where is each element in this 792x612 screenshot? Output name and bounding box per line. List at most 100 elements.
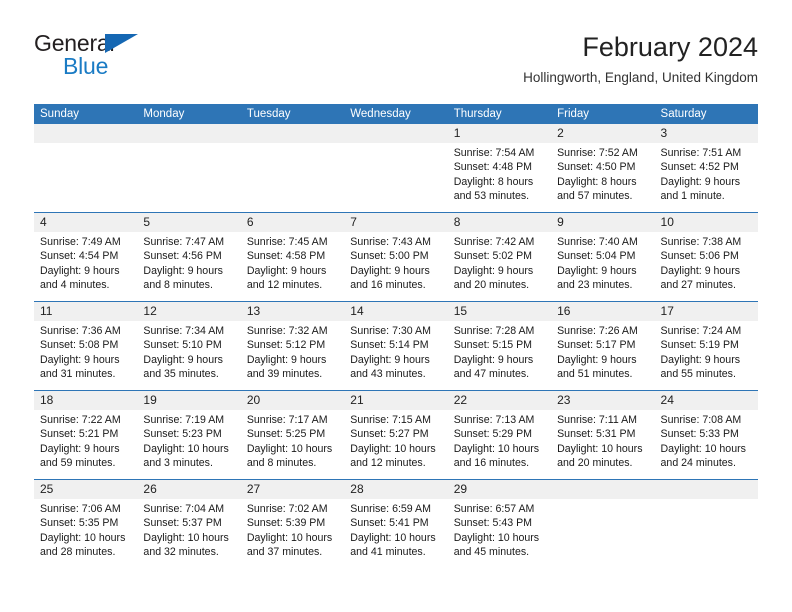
day-details: Sunrise: 7:08 AM Sunset: 5:33 PM Daylight:…: [655, 410, 758, 471]
sunrise-text: Sunrise: 7:11 AM: [557, 414, 637, 426]
daylight-text-line2: and 16 minutes.: [350, 279, 426, 292]
day-cell[interactable]: 24 Sunrise: 7:08 AM Sunset: 5:33 PM Dayligh…: [654, 391, 758, 479]
sunset-text: Sunset: 4:58 PM: [246, 250, 326, 263]
daylight-text-line2: and 20 minutes.: [453, 279, 530, 292]
sunset-text: Sunset: 5:41 PM: [350, 517, 429, 530]
day-number: 24: [654, 391, 758, 410]
sunset-text: Sunset: 5:37 PM: [143, 517, 222, 530]
day-number: [137, 124, 241, 143]
day-cell[interactable]: 27 Sunrise: 7:02 AM Sunset: 5:39 PM Dayligh…: [240, 480, 345, 568]
sunrise-text: Sunrise: 6:59 AM: [350, 503, 431, 515]
day-details: [34, 143, 137, 146]
daylight-text-line2: and 32 minutes.: [143, 546, 219, 559]
daylight-text-line1: Daylight: 9 hours: [453, 353, 534, 366]
day-cell[interactable]: 13 Sunrise: 7:32 AM Sunset: 5:12 PM Dayligh…: [240, 302, 345, 390]
weekday-header-thursday: Thursday: [453, 108, 502, 120]
day-number: 9: [551, 213, 655, 232]
daylight-text-line2: and 27 minutes.: [660, 279, 736, 292]
sunset-text: Sunset: 5:19 PM: [660, 339, 739, 352]
day-cell[interactable]: 14 Sunrise: 7:30 AM Sunset: 5:14 PM Dayligh…: [344, 302, 448, 390]
sunrise-text: Sunrise: 7:08 AM: [660, 414, 742, 426]
calendar-grid: Sunday Monday Tuesday Wednesday Thursday Frid…: [34, 104, 758, 568]
day-cell[interactable]: 26 Sunrise: 7:04 AM Sunset: 5:37 PM Dayligh…: [137, 480, 241, 568]
day-cell[interactable]: 2 Sunrise: 7:52 AM Sunset: 4:50 PM Daylight…: [551, 124, 655, 212]
sunset-text: Sunset: 5:10 PM: [143, 339, 222, 352]
week-cells: 1 Sunrise: 7:54 AM Sunset: 4:48 PM Daylight…: [34, 124, 758, 212]
day-number: 19: [137, 391, 241, 410]
day-cell[interactable]: 5 Sunrise: 7:47 AM Sunset: 4:56 PM Daylight…: [137, 213, 241, 301]
daylight-text-line1: Daylight: 9 hours: [40, 353, 120, 366]
day-cell-empty: [551, 480, 655, 568]
day-cell[interactable]: 20 Sunrise: 7:17 AM Sunset: 5:25 PM Dayligh…: [240, 391, 345, 479]
daylight-text-line2: and 20 minutes.: [557, 457, 633, 470]
day-details: Sunrise: 7:26 AM Sunset: 5:17 PM Daylight:…: [551, 321, 654, 382]
day-cell[interactable]: 25 Sunrise: 7:06 AM Sunset: 5:35 PM Dayligh…: [34, 480, 138, 568]
sunrise-text: Sunrise: 7:51 AM: [660, 147, 742, 159]
daylight-text-line2: and 37 minutes.: [246, 546, 323, 559]
daylight-text-line1: Daylight: 10 hours: [453, 531, 540, 544]
sunrise-text: Sunrise: 7:42 AM: [453, 236, 535, 248]
calendar-page: General Blue February 2024 Hollingworth,…: [0, 0, 792, 612]
day-cell[interactable]: 17 Sunrise: 7:24 AM Sunset: 5:19 PM Dayligh…: [654, 302, 758, 390]
weekday-header-friday: Friday: [557, 108, 590, 120]
day-cell[interactable]: 10 Sunrise: 7:38 AM Sunset: 5:06 PM Dayligh…: [654, 213, 758, 301]
day-cell[interactable]: 7 Sunrise: 7:43 AM Sunset: 5:00 PM Daylight…: [344, 213, 448, 301]
day-number: 28: [344, 480, 448, 499]
weekday-header-sunday: Sunday: [40, 108, 80, 120]
sunrise-text: Sunrise: 7:15 AM: [350, 414, 431, 426]
daylight-text-line2: and 57 minutes.: [557, 190, 633, 203]
day-cell[interactable]: 29 Sunrise: 6:57 AM Sunset: 5:43 PM Dayligh…: [447, 480, 552, 568]
day-number: [344, 124, 448, 143]
sunset-text: Sunset: 4:52 PM: [660, 161, 739, 174]
day-cell[interactable]: 11 Sunrise: 7:36 AM Sunset: 5:08 PM Dayligh…: [34, 302, 138, 390]
calendar-body: 1 Sunrise: 7:54 AM Sunset: 4:48 PM Daylight…: [34, 124, 758, 568]
brand-triangle-icon: [105, 34, 138, 53]
daylight-text-line1: Daylight: 9 hours: [40, 264, 120, 277]
day-cell[interactable]: 4 Sunrise: 7:49 AM Sunset: 4:54 PM Daylight…: [34, 213, 138, 301]
daylight-text-line1: Daylight: 9 hours: [143, 353, 223, 366]
day-details: Sunrise: 7:36 AM Sunset: 5:08 PM Daylight:…: [34, 321, 137, 382]
day-details: Sunrise: 7:28 AM Sunset: 5:15 PM Daylight:…: [448, 321, 551, 382]
day-cell[interactable]: 21 Sunrise: 7:15 AM Sunset: 5:27 PM Dayligh…: [344, 391, 448, 479]
day-cell[interactable]: 3 Sunrise: 7:51 AM Sunset: 4:52 PM Daylight…: [654, 124, 758, 212]
sunrise-text: Sunrise: 7:17 AM: [246, 414, 328, 426]
sunset-text: Sunset: 5:14 PM: [350, 339, 429, 352]
daylight-text-line1: Daylight: 9 hours: [557, 353, 637, 366]
day-cell[interactable]: 16 Sunrise: 7:26 AM Sunset: 5:17 PM Dayligh…: [551, 302, 655, 390]
daylight-text-line2: and 59 minutes.: [40, 457, 116, 470]
daylight-text-line1: Daylight: 9 hours: [350, 264, 430, 277]
sunset-text: Sunset: 5:25 PM: [246, 428, 326, 441]
daylight-text-line2: and 28 minutes.: [40, 546, 116, 559]
sunset-text: Sunset: 5:12 PM: [246, 339, 326, 352]
day-cell[interactable]: 1 Sunrise: 7:54 AM Sunset: 4:48 PM Daylight…: [447, 124, 552, 212]
day-cell[interactable]: 22 Sunrise: 7:13 AM Sunset: 5:29 PM Dayligh…: [447, 391, 552, 479]
day-details: Sunrise: 7:32 AM Sunset: 5:12 PM Daylight:…: [241, 321, 344, 382]
sunrise-text: Sunrise: 7:04 AM: [143, 503, 225, 515]
day-details: [344, 143, 447, 146]
sunrise-text: Sunrise: 7:38 AM: [660, 236, 742, 248]
day-cell[interactable]: 28 Sunrise: 6:59 AM Sunset: 5:41 PM Dayligh…: [344, 480, 448, 568]
day-cell[interactable]: 9 Sunrise: 7:40 AM Sunset: 5:04 PM Daylight…: [551, 213, 655, 301]
day-number: 14: [344, 302, 448, 321]
day-cell[interactable]: 8 Sunrise: 7:42 AM Sunset: 5:02 PM Daylight…: [447, 213, 552, 301]
day-cell[interactable]: 6 Sunrise: 7:45 AM Sunset: 4:58 PM Daylight…: [240, 213, 345, 301]
day-details: Sunrise: 7:43 AM Sunset: 5:00 PM Daylight:…: [344, 232, 447, 293]
day-number: [34, 124, 138, 143]
day-details: Sunrise: 7:54 AM Sunset: 4:48 PM Daylight:…: [448, 143, 551, 204]
day-number: 25: [34, 480, 138, 499]
day-cell[interactable]: 23 Sunrise: 7:11 AM Sunset: 5:31 PM Dayligh…: [551, 391, 655, 479]
day-cell[interactable]: 15 Sunrise: 7:28 AM Sunset: 5:15 PM Dayligh…: [447, 302, 552, 390]
calendar-week-row: 1 Sunrise: 7:54 AM Sunset: 4:48 PM Daylight…: [34, 124, 758, 212]
brand-logo[interactable]: General Blue: [34, 31, 294, 93]
day-cell[interactable]: 12 Sunrise: 7:34 AM Sunset: 5:10 PM Dayligh…: [137, 302, 241, 390]
week-cells: 11 Sunrise: 7:36 AM Sunset: 5:08 PM Dayligh…: [34, 302, 758, 390]
sunset-text: Sunset: 5:15 PM: [453, 339, 533, 352]
daylight-text-line1: Daylight: 9 hours: [350, 353, 430, 366]
daylight-text-line2: and 55 minutes.: [660, 368, 736, 381]
day-details: [137, 143, 240, 146]
weekday-header-row: Sunday Monday Tuesday Wednesday Thursday Frid…: [34, 104, 758, 124]
day-cell[interactable]: 19 Sunrise: 7:19 AM Sunset: 5:23 PM Dayligh…: [137, 391, 241, 479]
calendar-week-row: 4 Sunrise: 7:49 AM Sunset: 4:54 PM Daylight…: [34, 212, 758, 301]
daylight-text-line1: Daylight: 9 hours: [40, 442, 120, 455]
day-cell[interactable]: 18 Sunrise: 7:22 AM Sunset: 5:21 PM Dayligh…: [34, 391, 138, 479]
